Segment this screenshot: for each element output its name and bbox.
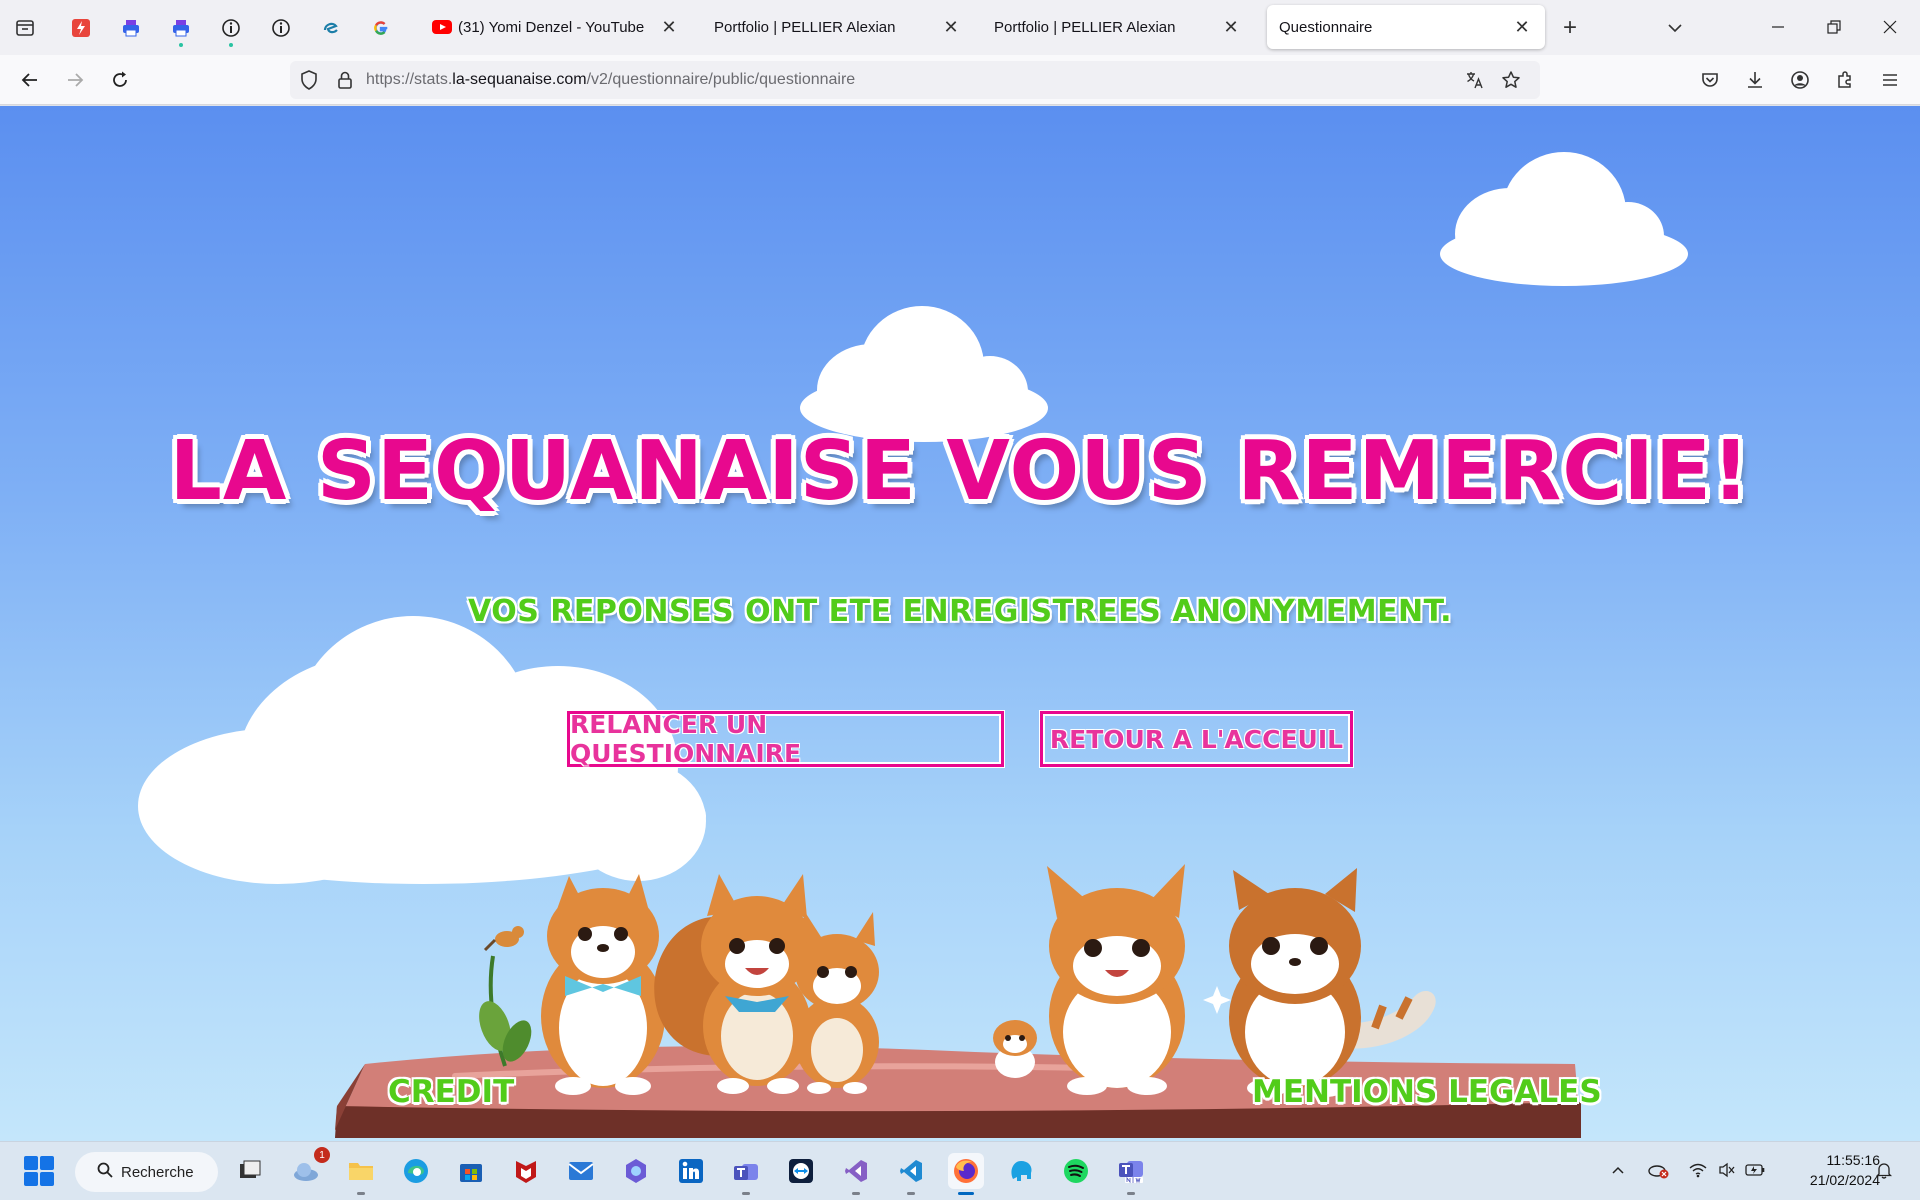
tab-title: Portfolio | PELLIER Alexian: [994, 18, 1176, 36]
tab-portfolio[interactable]: Portfolio | PELLIER Alexian ✕: [982, 5, 1254, 49]
navigation-toolbar: https://stats.la-sequanaise.com/v2/quest…: [0, 55, 1920, 105]
shield-icon[interactable]: [298, 69, 320, 91]
minimize-button[interactable]: [1758, 10, 1798, 44]
vscode-icon[interactable]: [893, 1153, 929, 1195]
legal-notice-link[interactable]: MENTIONS LEGALES: [1252, 1074, 1602, 1110]
close-icon[interactable]: ✕: [1220, 17, 1242, 38]
reload-icon: [113, 71, 127, 87]
cloud-illustration: [800, 306, 1048, 442]
running-indicator: [852, 1192, 860, 1195]
tab-strip: (31) Yomi Denzel - YouTube ✕ Portfolio |…: [0, 0, 1920, 55]
notification-bell-icon[interactable]: [1872, 1158, 1896, 1182]
chevron-down-icon: [1668, 24, 1682, 33]
file-explorer-icon[interactable]: [343, 1153, 379, 1195]
mail-icon[interactable]: [563, 1153, 599, 1189]
clock-date: 21/02/2024: [1809, 1172, 1880, 1188]
bookmark-star-icon[interactable]: [1500, 69, 1522, 91]
arrow-right-icon: [68, 73, 84, 87]
list-all-tabs-button[interactable]: [1660, 13, 1690, 43]
youtube-icon: [432, 20, 452, 34]
system-clock[interactable]: 11:55:16 21/02/2024: [1780, 1150, 1880, 1190]
restart-questionnaire-button[interactable]: RELANCER UN QUESTIONNAIRE: [567, 710, 1004, 768]
pinned-tab-e-logo-icon[interactable]: [316, 13, 346, 43]
microsoft-store-icon[interactable]: [453, 1153, 489, 1189]
teams-icon[interactable]: [728, 1153, 764, 1195]
arrow-left-icon: [21, 73, 37, 87]
tab-title: (31) Yomi Denzel - YouTube: [458, 18, 645, 36]
taskbar-search-box[interactable]: Recherche: [75, 1152, 218, 1192]
mcafee-icon[interactable]: [508, 1153, 544, 1189]
search-icon: [97, 1162, 113, 1182]
restore-button[interactable]: [1814, 10, 1854, 44]
wifi-icon[interactable]: [1686, 1158, 1710, 1182]
clock-time: 11:55:16: [1826, 1152, 1880, 1168]
chevron-up-icon[interactable]: [1606, 1158, 1630, 1182]
close-icon[interactable]: ✕: [658, 17, 680, 38]
firefox-view-icon[interactable]: [10, 13, 40, 43]
close-window-button[interactable]: [1870, 10, 1910, 44]
url-path: /v2/questionnaire/public/questionnaire: [586, 71, 856, 88]
teams-new-icon[interactable]: [1113, 1153, 1149, 1195]
confirmation-message: VOS REPONSES ONT ETE ENREGISTREES ANONYM…: [468, 594, 1452, 629]
tab-title: Portfolio | PELLIER Alexian: [714, 18, 896, 36]
running-indicator: [958, 1192, 974, 1195]
pinned-tab-printer-icon[interactable]: [166, 13, 196, 47]
tab-questionnaire[interactable]: Questionnaire ✕: [1267, 5, 1545, 49]
volume-muted-icon[interactable]: [1715, 1158, 1739, 1182]
pocket-icon[interactable]: [1695, 65, 1725, 95]
weather-icon[interactable]: 1: [288, 1147, 330, 1189]
elephant-app-icon[interactable]: [1003, 1153, 1039, 1189]
download-icon[interactable]: [1740, 65, 1770, 95]
url-domain: la-sequanaise.com: [452, 71, 587, 88]
reload-button[interactable]: [105, 65, 135, 95]
running-indicator: [1127, 1192, 1135, 1195]
task-view-icon[interactable]: [232, 1153, 268, 1189]
close-icon[interactable]: ✕: [1511, 17, 1533, 38]
onedrive-error-icon[interactable]: [1646, 1158, 1670, 1182]
tab-notification-dot: [229, 43, 233, 47]
lock-icon[interactable]: [334, 69, 356, 91]
linkedin-icon[interactable]: [673, 1153, 709, 1189]
running-indicator: [742, 1192, 750, 1195]
close-icon[interactable]: ✕: [940, 17, 962, 38]
edge-browser-icon[interactable]: [398, 1153, 434, 1189]
firefox-icon[interactable]: [948, 1153, 984, 1195]
teamviewer-icon[interactable]: [783, 1153, 819, 1189]
url-text[interactable]: https://stats.la-sequanaise.com/v2/quest…: [366, 71, 855, 89]
back-to-home-button[interactable]: RETOUR A L'ACCEUIL: [1040, 711, 1353, 767]
url-prefix: https://stats.: [366, 71, 453, 88]
pinned-tab-info-icon[interactable]: [216, 13, 246, 47]
running-indicator: [907, 1192, 915, 1195]
extensions-icon[interactable]: [1830, 65, 1860, 95]
tab-notification-dot: [179, 43, 183, 47]
visual-studio-icon[interactable]: [838, 1153, 874, 1195]
page-title: LA SEQUANAISE VOUS REMERCIE!: [169, 424, 1751, 519]
spotify-icon[interactable]: [1058, 1153, 1094, 1189]
menu-icon[interactable]: [1875, 65, 1905, 95]
windows-taskbar: Recherche 1 11:55:16 21/02/2024: [0, 1141, 1920, 1200]
back-button[interactable]: [15, 65, 45, 95]
search-label: Recherche: [121, 1163, 194, 1181]
translate-icon[interactable]: [1464, 69, 1486, 91]
windows-start-icon[interactable]: [24, 1156, 54, 1186]
address-bar[interactable]: https://stats.la-sequanaise.com/v2/quest…: [290, 61, 1540, 99]
new-tab-button[interactable]: +: [1555, 13, 1585, 43]
account-icon[interactable]: [1785, 65, 1815, 95]
copilot-icon[interactable]: [618, 1153, 654, 1189]
running-indicator: [357, 1192, 365, 1195]
pinned-tab-info-icon[interactable]: [266, 13, 296, 43]
pinned-tab-printer-icon[interactable]: [116, 13, 146, 43]
notification-badge: 1: [314, 1147, 330, 1163]
forward-button[interactable]: [60, 65, 90, 95]
pinned-tab-google-icon[interactable]: [366, 13, 396, 43]
battery-icon[interactable]: [1743, 1158, 1767, 1182]
tab-title: Questionnaire: [1279, 18, 1373, 36]
tab-youtube[interactable]: (31) Yomi Denzel - YouTube ✕: [420, 5, 692, 49]
cloud-illustration: [1440, 152, 1688, 286]
tab-portfolio[interactable]: Portfolio | PELLIER Alexian ✕: [702, 5, 974, 49]
page-content: LA SEQUANAISE VOUS REMERCIE! VOS REPONSE…: [0, 106, 1920, 1141]
credit-link[interactable]: CREDIT: [388, 1074, 514, 1110]
pinned-tab-bolt-icon[interactable]: [66, 13, 96, 43]
